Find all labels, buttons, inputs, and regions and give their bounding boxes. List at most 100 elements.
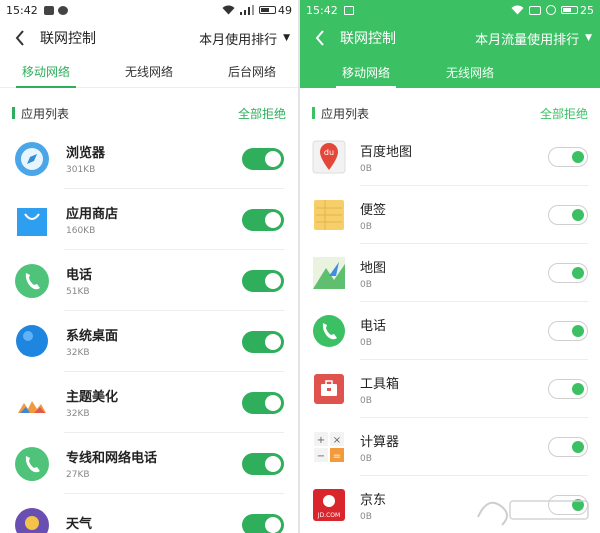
sort-label: 本月流量使用排行	[475, 32, 580, 48]
back-button[interactable]	[12, 30, 28, 46]
app-usage: 27KB	[66, 470, 90, 480]
list-item: 专线和网络电话 27KB	[0, 433, 298, 494]
app-name: 浏览器	[66, 146, 106, 161]
battery-level: 49	[278, 3, 292, 17]
status-bar: 15:42 49	[0, 0, 298, 20]
app-name: 专线和网络电话	[66, 451, 158, 466]
network-toggle[interactable]	[548, 147, 588, 167]
map-icon	[312, 256, 346, 290]
caret-down-icon: ▼	[283, 33, 290, 43]
app-list: du 百度地图 0B 便签 0B 地图 0B 电话 0B 工具箱 0B + × …	[300, 128, 600, 533]
battery-level: 25	[580, 3, 594, 17]
tab-background-network[interactable]: 后台网络	[222, 56, 282, 87]
back-arrow-icon	[315, 30, 324, 46]
app-usage: 32KB	[66, 409, 90, 419]
wifi-icon	[222, 5, 235, 15]
list-item: 地图 0B	[300, 244, 600, 302]
network-toggle[interactable]	[242, 330, 284, 353]
app-list: 浏览器 301KB 应用商店 160KB 电话 51KB 系统桌面 32KB 主…	[0, 128, 298, 533]
app-name: 电话	[360, 318, 387, 334]
list-item: 浏览器 301KB	[0, 128, 298, 189]
desktop-icon	[14, 324, 50, 360]
section-label: 应用列表	[321, 106, 370, 121]
app-usage: 0B	[360, 279, 372, 290]
network-toggle[interactable]	[548, 321, 588, 341]
sort-dropdown[interactable]: 本月使用排行 ▼	[199, 29, 290, 48]
phone-icon	[14, 446, 50, 482]
app-name: 天气	[66, 517, 93, 532]
theme-icon	[14, 385, 50, 421]
jd-logo-text: JD.COM	[317, 512, 340, 519]
baidu-map-logo-text: du	[324, 148, 334, 157]
image-notification-icon	[343, 5, 354, 15]
network-tabs: 移动网络 无线网络	[300, 56, 600, 88]
tab-mobile-network[interactable]: 移动网络	[336, 56, 397, 88]
page-title: 联网控制	[340, 31, 396, 47]
list-item: 便签 0B	[300, 186, 600, 244]
svg-text:+: +	[317, 435, 325, 446]
back-arrow-icon	[15, 30, 24, 46]
app-usage: 51KB	[66, 287, 90, 297]
app-name: 工具箱	[360, 376, 400, 392]
list-item: 电话 51KB	[0, 250, 298, 311]
page-title: 联网控制	[40, 31, 96, 47]
baidu-map-icon: du	[312, 140, 346, 174]
app-name: 百度地图	[360, 144, 413, 160]
right-screen: 15:42 25 联网控制 本月流量使用排行 ▼ 移动网络 无线网络 应用列表 …	[300, 0, 600, 533]
list-item: 天气	[0, 494, 298, 533]
network-toggle[interactable]	[242, 513, 284, 533]
network-toggle[interactable]	[242, 147, 284, 170]
app-usage: 160KB	[66, 226, 96, 236]
svg-text:=: =	[333, 451, 341, 462]
toolbox-icon	[312, 372, 346, 406]
svg-text:−: −	[317, 451, 325, 462]
app-store-icon	[14, 202, 50, 238]
notification-icon	[43, 5, 54, 15]
reject-all-button[interactable]: 全部拒绝	[238, 105, 286, 122]
tab-wifi-network[interactable]: 无线网络	[440, 56, 500, 88]
site-watermark-logo	[477, 500, 589, 526]
network-toggle[interactable]	[548, 205, 588, 225]
tab-mobile-network[interactable]: 移动网络	[16, 56, 77, 88]
back-button[interactable]	[312, 30, 328, 46]
tab-wifi-network[interactable]: 无线网络	[119, 56, 179, 87]
battery-icon: 49	[259, 4, 292, 17]
app-name: 便签	[360, 202, 387, 218]
sort-dropdown[interactable]: 本月流量使用排行 ▼	[475, 29, 592, 48]
network-toggle[interactable]	[242, 269, 284, 292]
network-toggle[interactable]	[242, 208, 284, 231]
jd-icon: JD.COM	[312, 488, 346, 522]
network-toggle[interactable]	[548, 263, 588, 283]
phone-icon	[14, 263, 50, 299]
title-bar: 联网控制 本月使用排行 ▼	[0, 20, 298, 56]
list-item: + × − = 计算器 0B	[300, 418, 600, 476]
app-usage: 0B	[360, 453, 372, 464]
battery-icon: 25	[561, 4, 594, 17]
app-name: 电话	[66, 268, 93, 283]
signal-icon	[240, 5, 254, 15]
network-toggle[interactable]	[548, 437, 588, 457]
network-tabs: 移动网络 无线网络 后台网络	[0, 56, 298, 88]
section-label: 应用列表	[21, 106, 70, 121]
app-usage: 32KB	[66, 348, 90, 358]
network-toggle[interactable]	[242, 391, 284, 414]
svg-text:×: ×	[333, 435, 341, 446]
list-item: 电话 0B	[300, 302, 600, 360]
network-toggle[interactable]	[548, 379, 588, 399]
title-bar: 联网控制 本月流量使用排行 ▼	[300, 20, 600, 56]
app-name: 主题美化	[66, 390, 119, 405]
app-usage: 0B	[360, 163, 372, 174]
sort-label: 本月使用排行	[199, 32, 278, 48]
app-name: 地图	[360, 260, 387, 276]
list-item: 系统桌面 32KB	[0, 311, 298, 372]
app-usage: 0B	[360, 221, 372, 232]
reject-all-button[interactable]: 全部拒绝	[540, 105, 588, 122]
list-item: 主题美化 32KB	[0, 372, 298, 433]
network-toggle[interactable]	[242, 452, 284, 475]
left-screen: 15:42 49 联网控制 本月使用排行 ▼ 移动网络 无线网络 后台网络 应用…	[0, 0, 298, 533]
browser-icon	[14, 141, 50, 177]
weather-icon	[14, 507, 50, 533]
app-list-header: 应用列表 全部拒绝	[0, 98, 298, 128]
list-item: 工具箱 0B	[300, 360, 600, 418]
caret-down-icon: ▼	[585, 33, 592, 43]
